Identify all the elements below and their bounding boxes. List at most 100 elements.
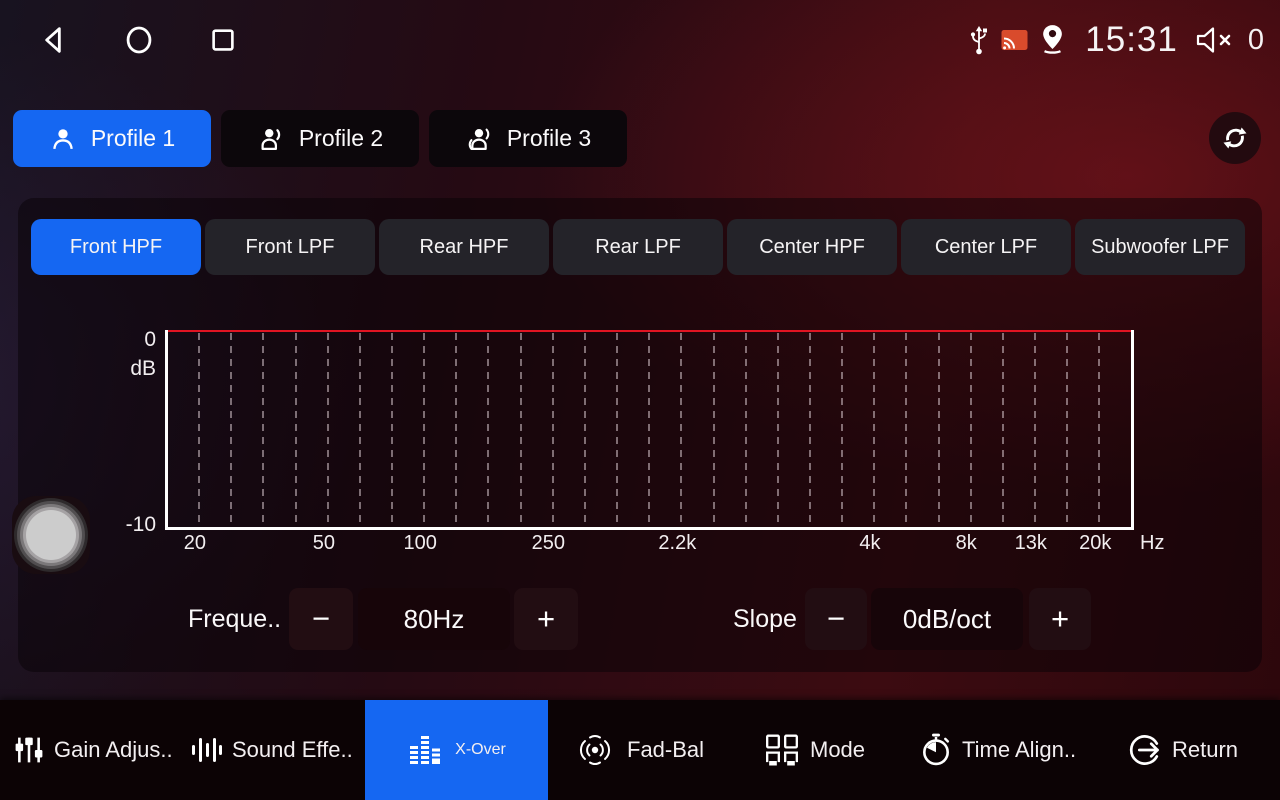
nav-label: Fad-Bal — [627, 737, 704, 763]
frequency-value: 80Hz — [358, 588, 510, 650]
profile-tab-2[interactable]: Profile 2 — [221, 110, 419, 167]
cast-icon — [1001, 29, 1028, 51]
y-axis-max-label: 0 — [96, 328, 156, 352]
status-bar: 15:31 0 — [0, 0, 1280, 80]
tab-front-lpf[interactable]: Front LPF — [205, 219, 375, 275]
knob-icon — [26, 510, 76, 560]
gridline — [873, 333, 875, 527]
gridline — [327, 333, 329, 527]
return-arrow-icon — [1128, 733, 1162, 767]
nav-return[interactable]: Return — [1128, 700, 1238, 800]
xover-panel: Front HPF Front LPF Rear HPF Rear LPF Ce… — [18, 198, 1262, 672]
gridline — [423, 333, 425, 527]
gridline — [809, 333, 811, 527]
nav-xover[interactable]: X-Over — [365, 700, 548, 800]
sound-bars-icon — [190, 736, 222, 764]
gridline — [680, 333, 682, 527]
slope-plus-button[interactable]: + — [1029, 588, 1091, 650]
gridline — [1098, 333, 1100, 527]
gridline — [520, 333, 522, 527]
gridline — [905, 333, 907, 527]
nav-mode[interactable]: Mode — [764, 700, 865, 800]
x-tick-label: 8k — [956, 532, 977, 555]
gridline — [1002, 333, 1004, 527]
mode-grid-icon — [764, 733, 800, 767]
y-axis-min-label: -10 — [96, 513, 156, 537]
slope-value: 0dB/oct — [871, 588, 1023, 650]
frequency-label: Freque.. — [188, 588, 281, 650]
gridline — [262, 333, 264, 527]
tab-label: Rear HPF — [420, 236, 509, 259]
gridline — [487, 333, 489, 527]
person-arcs-icon — [465, 125, 493, 153]
status-icons: 15:31 0 — [968, 0, 1264, 80]
slope-minus-button[interactable]: − — [805, 588, 867, 650]
tab-label: Front LPF — [246, 236, 335, 259]
tab-front-hpf[interactable]: Front HPF — [31, 219, 201, 275]
x-axis-labels: 20501002502.2k4k8k13k20k — [165, 532, 1128, 558]
usb-icon — [968, 24, 990, 56]
gridline — [1066, 333, 1068, 527]
refresh-button[interactable] — [1209, 112, 1261, 164]
tab-rear-hpf[interactable]: Rear HPF — [379, 219, 549, 275]
profile-tab-1[interactable]: Profile 1 — [13, 110, 211, 167]
profile-tabs: Profile 1 Profile 2 Profile 3 — [13, 110, 627, 167]
tab-center-lpf[interactable]: Center LPF — [901, 219, 1071, 275]
profile-tab-3[interactable]: Profile 3 — [429, 110, 627, 167]
nav-fad-bal[interactable]: Fad-Bal — [573, 700, 704, 800]
tab-label: Subwoofer LPF — [1091, 236, 1229, 259]
tab-subwoofer-lpf[interactable]: Subwoofer LPF — [1075, 219, 1245, 275]
x-tick-label: 13k — [1015, 532, 1047, 555]
floating-assist-button[interactable] — [12, 496, 90, 574]
nav-gain-adjust[interactable]: Gain Adjus.. — [14, 700, 173, 800]
filter-tabs: Front HPF Front LPF Rear HPF Rear LPF Ce… — [31, 219, 1245, 275]
profile-tab-label: Profile 1 — [91, 125, 175, 152]
response-plot[interactable] — [165, 330, 1134, 530]
tab-label: Center LPF — [935, 236, 1037, 259]
gridline — [230, 333, 232, 527]
gridline — [938, 333, 940, 527]
x-tick-label: 4k — [859, 532, 880, 555]
nav-label: X-Over — [455, 741, 506, 759]
gridline — [745, 333, 747, 527]
android-nav-buttons — [38, 0, 238, 80]
stopwatch-icon — [920, 733, 952, 767]
x-tick-label: 250 — [532, 532, 565, 555]
back-icon[interactable] — [38, 24, 70, 56]
gridline — [970, 333, 972, 527]
profile-tab-label: Profile 3 — [507, 125, 591, 152]
gridline — [455, 333, 457, 527]
tab-rear-lpf[interactable]: Rear LPF — [553, 219, 723, 275]
recents-icon[interactable] — [208, 25, 238, 55]
gridline — [1034, 333, 1036, 527]
tab-label: Rear LPF — [595, 236, 681, 259]
frequency-minus-button[interactable]: − — [289, 588, 353, 650]
volume-mute-icon[interactable] — [1195, 25, 1235, 55]
fad-bal-icon — [573, 733, 617, 767]
profile-tab-label: Profile 2 — [299, 125, 383, 152]
volume-level: 0 — [1248, 24, 1264, 57]
gridline — [648, 333, 650, 527]
tab-center-hpf[interactable]: Center HPF — [727, 219, 897, 275]
x-tick-label: 2.2k — [658, 532, 696, 555]
nav-label: Time Align.. — [962, 737, 1076, 763]
frequency-plus-button[interactable]: + — [514, 588, 578, 650]
nav-sound-effect[interactable]: Sound Effe.. — [190, 700, 353, 800]
gridline — [713, 333, 715, 527]
x-tick-label: 100 — [404, 532, 437, 555]
gridline — [391, 333, 393, 527]
x-tick-label: 20 — [184, 532, 206, 555]
nav-label: Gain Adjus.. — [54, 737, 173, 763]
tab-label: Front HPF — [70, 236, 162, 259]
gridline — [552, 333, 554, 527]
nav-time-align[interactable]: Time Align.. — [920, 700, 1076, 800]
clock: 15:31 — [1085, 20, 1178, 60]
nav-label: Mode — [810, 737, 865, 763]
gain-sliders-icon — [14, 735, 44, 765]
home-icon[interactable] — [123, 24, 155, 56]
x-axis-unit: Hz — [1140, 532, 1164, 555]
nav-label: Sound Effe.. — [232, 737, 353, 763]
nav-label: Return — [1172, 737, 1238, 763]
gridline — [777, 333, 779, 527]
slope-label: Slope — [733, 588, 797, 650]
